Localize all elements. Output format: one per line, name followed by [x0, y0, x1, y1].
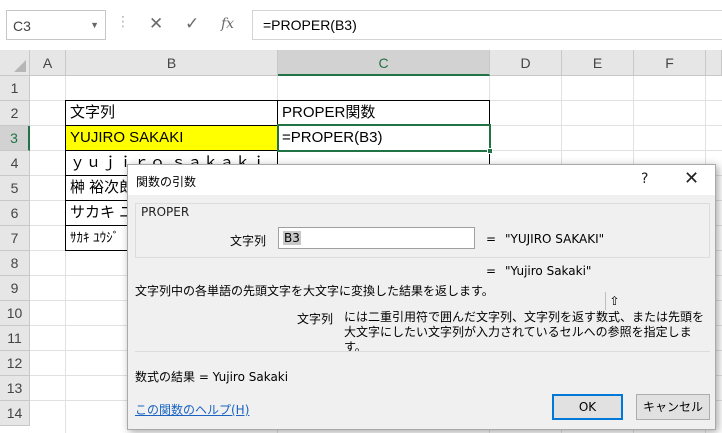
formula-result: 数式の結果 = Yujiro Sakaki [135, 370, 289, 384]
column-header-d[interactable]: D [490, 50, 562, 76]
formula-buttons: ✕ ✓ fx [137, 10, 249, 40]
formula-input[interactable]: =PROPER(B3) [252, 10, 722, 40]
column-header-c[interactable]: C [278, 50, 490, 76]
column-header-e[interactable]: E [562, 50, 634, 76]
row-header-8[interactable]: 8 [0, 251, 30, 276]
chevron-down-icon[interactable]: ▼ [90, 20, 99, 30]
row-header-13[interactable]: 13 [0, 376, 30, 401]
result-equals: = [486, 264, 497, 278]
close-icon[interactable]: ✕ [684, 168, 699, 189]
fill-handle[interactable] [487, 148, 493, 154]
formula-bar-area: C3 ▼ ⋮ ✕ ✓ fx =PROPER(B3) [0, 0, 722, 50]
argument-result: "YUJIRO SAKAKI" [505, 232, 605, 246]
row-header-14[interactable]: 14 [0, 401, 30, 426]
cell-c2[interactable]: PROPER関数 [277, 100, 490, 126]
function-name-label: PROPER [141, 205, 190, 219]
argument-equals: = [486, 232, 497, 246]
enter-icon[interactable]: ✓ [185, 14, 199, 34]
active-cell-border [277, 124, 491, 152]
argument-description-name: 文字列 [297, 312, 334, 326]
row-header-6[interactable]: 6 [0, 201, 30, 226]
row-header-5[interactable]: 5 [0, 176, 30, 201]
drag-handle-icon[interactable]: ⋮ [116, 14, 130, 30]
dialog-title-bar[interactable]: 関数の引数 ? ✕ [128, 165, 715, 195]
row-header-9[interactable]: 9 [0, 276, 30, 301]
function-help-link[interactable]: この関数のヘルプ(H) [135, 401, 249, 418]
cancel-icon[interactable]: ✕ [149, 14, 163, 34]
row-header-7[interactable]: 7 [0, 226, 30, 251]
cancel-button[interactable]: キャンセル [636, 394, 710, 420]
column-header-g[interactable] [706, 50, 722, 76]
row-header-12[interactable]: 12 [0, 351, 30, 376]
collapse-dialog-icon[interactable]: ⇧ [605, 292, 623, 310]
row-header-11[interactable]: 11 [0, 326, 30, 351]
dialog-title: 関数の引数 [136, 175, 197, 189]
ok-button[interactable]: OK [552, 394, 623, 420]
argument-input-value: B3 [283, 231, 301, 245]
divider [135, 351, 710, 352]
name-box-value: C3 [13, 18, 31, 34]
column-header-f[interactable]: F [634, 50, 706, 76]
insert-function-icon[interactable]: fx [221, 16, 234, 32]
column-header-b[interactable]: B [66, 50, 278, 76]
row-header-1[interactable]: 1 [0, 76, 30, 101]
function-result: "Yujiro Sakaki" [505, 264, 592, 278]
row-header-2[interactable]: 2 [0, 101, 30, 126]
cell-b2[interactable]: 文字列 [65, 100, 278, 126]
argument-label: 文字列 [230, 234, 267, 248]
function-description: 文字列中の各単語の先頭文字を大文字に変換した結果を返します。 [135, 284, 494, 298]
function-arguments-dialog: 関数の引数 ? ✕ PROPER 文字列 B3 ⇧ = "YUJIRO SAKA… [127, 164, 716, 430]
select-all-button[interactable] [0, 50, 30, 76]
row-header-10[interactable]: 10 [0, 301, 30, 326]
help-icon[interactable]: ? [641, 171, 648, 187]
argument-description: には二重引用符で囲んだ文字列、文字列を返す数式、または先頭を大文字にしたい文字列… [344, 310, 705, 354]
row-header-4[interactable]: 4 [0, 151, 30, 176]
name-box[interactable]: C3 ▼ [6, 10, 106, 40]
argument-input[interactable]: B3 ⇧ [278, 227, 620, 310]
row-header-3[interactable]: 3 [0, 126, 30, 151]
column-header-a[interactable]: A [30, 50, 66, 76]
cell-b3[interactable]: YUJIRO SAKAKI [65, 125, 278, 151]
